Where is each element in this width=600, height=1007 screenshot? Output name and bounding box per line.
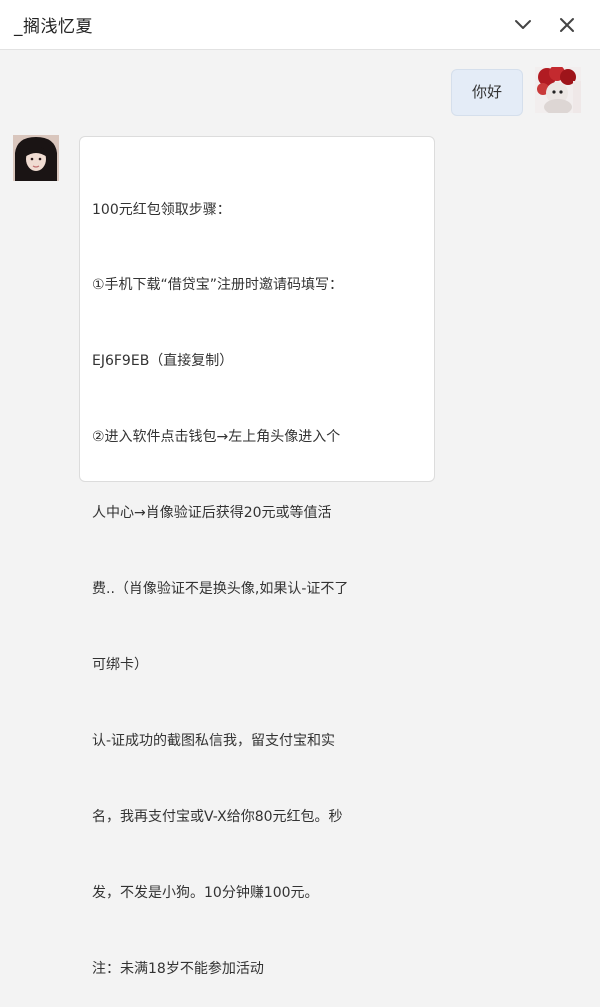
message-line: 名，我再支付宝或V-X给你80元红包。秒 <box>92 808 343 825</box>
chat-header: _搁浅忆夏 <box>0 0 600 50</box>
message-bubble-self[interactable]: 你好 <box>451 69 523 116</box>
avatar-other[interactable] <box>13 135 59 181</box>
chat-title: _搁浅忆夏 <box>14 17 93 37</box>
message-line: 发，不发是小狗。10分钟赚100元。 <box>92 884 319 901</box>
message-line: EJ6F9EB（直接复制） <box>92 353 234 370</box>
message-line: ①手机下载“借贷宝”注册时邀请码填写： <box>92 277 344 294</box>
chevron-down-icon[interactable] <box>510 12 536 38</box>
message-line: ②进入软件点击钱包→左上角头像进入个 <box>92 429 341 446</box>
message-line: 注：未满18岁不能参加活动 <box>92 960 264 977</box>
close-icon[interactable] <box>554 12 580 38</box>
message-line: 认-证成功的截图私信我，留支付宝和实 <box>92 732 336 749</box>
message-line: 人中心→肖像验证后获得20元或等值活 <box>92 505 332 522</box>
message-line: 可绑卡） <box>92 656 148 673</box>
message-line: 100元红包领取步骤： <box>92 201 231 218</box>
message-bubble-other[interactable]: 100元红包领取步骤： ①手机下载“借贷宝”注册时邀请码填写： EJ6F9EB（… <box>79 136 435 977</box>
avatar-self[interactable] <box>535 67 581 113</box>
message-line: 费..（肖像验证不是换头像,如果认-证不了 <box>92 581 349 598</box>
